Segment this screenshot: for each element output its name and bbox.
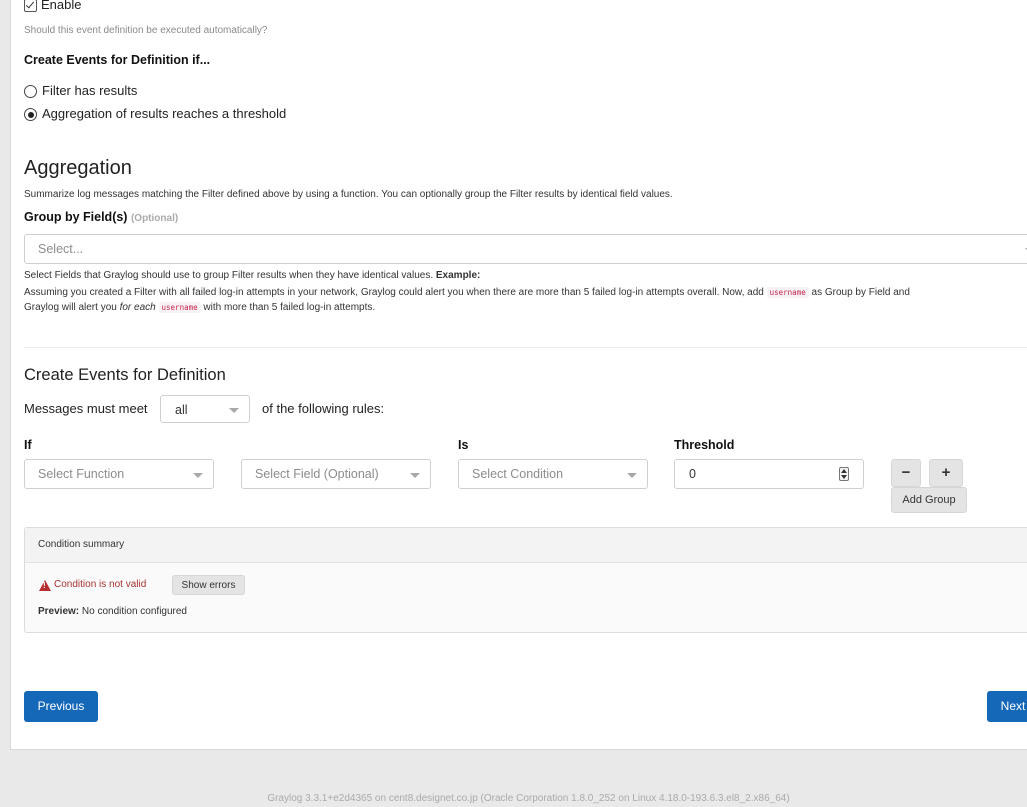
help-line3-suffix: with more than 5 failed log-in attempts.: [203, 302, 376, 313]
group-by-optional: (Optional): [130, 213, 179, 224]
show-errors-button[interactable]: Show errors: [172, 575, 245, 595]
remove-condition-button[interactable]: −: [891, 459, 921, 487]
condition-summary-panel: Condition summary Condition is not valid…: [24, 527, 1027, 633]
match-type-value: all: [175, 403, 188, 417]
following-rules-label: of the following rules:: [262, 401, 385, 416]
create-events-if-title: Create Events for Definition if...: [24, 53, 211, 67]
add-group-button[interactable]: Add Group: [891, 487, 967, 513]
group-by-help-text: Select Fields that Graylog should use to…: [24, 270, 434, 281]
chevron-down-icon: [410, 473, 420, 478]
condition-summary-title: Condition summary: [38, 539, 125, 550]
aggregation-title: Aggregation: [24, 157, 132, 179]
group-by-help-line3: Graylog will alert you for each username…: [24, 302, 375, 313]
enable-label: Enable: [41, 0, 82, 12]
next-button[interactable]: Next: [987, 691, 1027, 722]
field-placeholder: Select Field (Optional): [255, 467, 379, 481]
code-username: username: [766, 287, 809, 298]
group-by-help-line2: Assuming you created a Filter with all f…: [24, 287, 910, 298]
preview-value: No condition configured: [81, 606, 187, 617]
previous-button[interactable]: Previous: [24, 691, 98, 722]
chevron-down-icon: [193, 473, 203, 478]
condition-preview: Preview: No condition configured: [38, 606, 187, 617]
column-is: Is: [458, 438, 469, 452]
column-if: If: [24, 438, 32, 452]
function-placeholder: Select Function: [38, 467, 125, 481]
threshold-input[interactable]: 0: [674, 459, 864, 489]
group-by-help-line1: Select Fields that Graylog should use to…: [24, 270, 480, 281]
function-select[interactable]: Select Function: [24, 459, 214, 489]
help-line3-em: for each: [119, 302, 156, 313]
create-events-title: Create Events for Definition: [24, 366, 226, 384]
help-line3-text: Graylog will alert you: [24, 302, 117, 313]
condition-placeholder: Select Condition: [472, 467, 564, 481]
threshold-value: 0: [689, 467, 696, 481]
group-by-label-text: Group by Field(s): [24, 210, 128, 224]
column-threshold: Threshold: [674, 438, 735, 452]
chevron-down-icon: [229, 408, 239, 413]
radio-filter-has-results[interactable]: [24, 85, 37, 98]
add-condition-button[interactable]: +: [929, 459, 963, 487]
warning-icon: [39, 580, 51, 591]
condition-error-text: Condition is not valid: [54, 579, 147, 590]
condition-summary-header: Condition summary: [25, 528, 1027, 563]
enable-help: Should this event definition be executed…: [24, 25, 268, 36]
section-divider: [24, 347, 1027, 348]
chevron-down-icon: [627, 473, 637, 478]
group-by-label: Group by Field(s) (Optional): [24, 210, 178, 224]
radio-filter-has-results-label: Filter has results: [42, 83, 138, 98]
condition-select[interactable]: Select Condition: [458, 459, 648, 489]
footer-version: Graylog 3.3.1+e2d4365 on cent8.designet.…: [267, 793, 790, 804]
code-username: username: [158, 302, 201, 313]
group-by-help-example: Example:: [435, 270, 481, 281]
radio-aggregation-threshold[interactable]: [24, 108, 37, 121]
help-line2-suffix: as Group by Field and: [811, 287, 910, 298]
group-by-select[interactable]: Select...: [24, 234, 1027, 264]
field-select[interactable]: Select Field (Optional): [241, 459, 431, 489]
spinner-icon[interactable]: [839, 467, 849, 481]
match-type-select[interactable]: all: [160, 395, 250, 423]
aggregation-description: Summarize log messages matching the Filt…: [24, 189, 673, 200]
radio-aggregation-threshold-label: Aggregation of results reaches a thresho…: [42, 106, 287, 121]
enable-checkbox[interactable]: [24, 0, 37, 12]
help-line2-text: Assuming you created a Filter with all f…: [24, 287, 764, 298]
event-definition-panel: Enable Should this event definition be e…: [10, 0, 1027, 750]
group-by-placeholder: Select...: [38, 242, 84, 256]
preview-label: Preview:: [38, 606, 80, 617]
messages-must-meet-label: Messages must meet: [24, 401, 148, 416]
